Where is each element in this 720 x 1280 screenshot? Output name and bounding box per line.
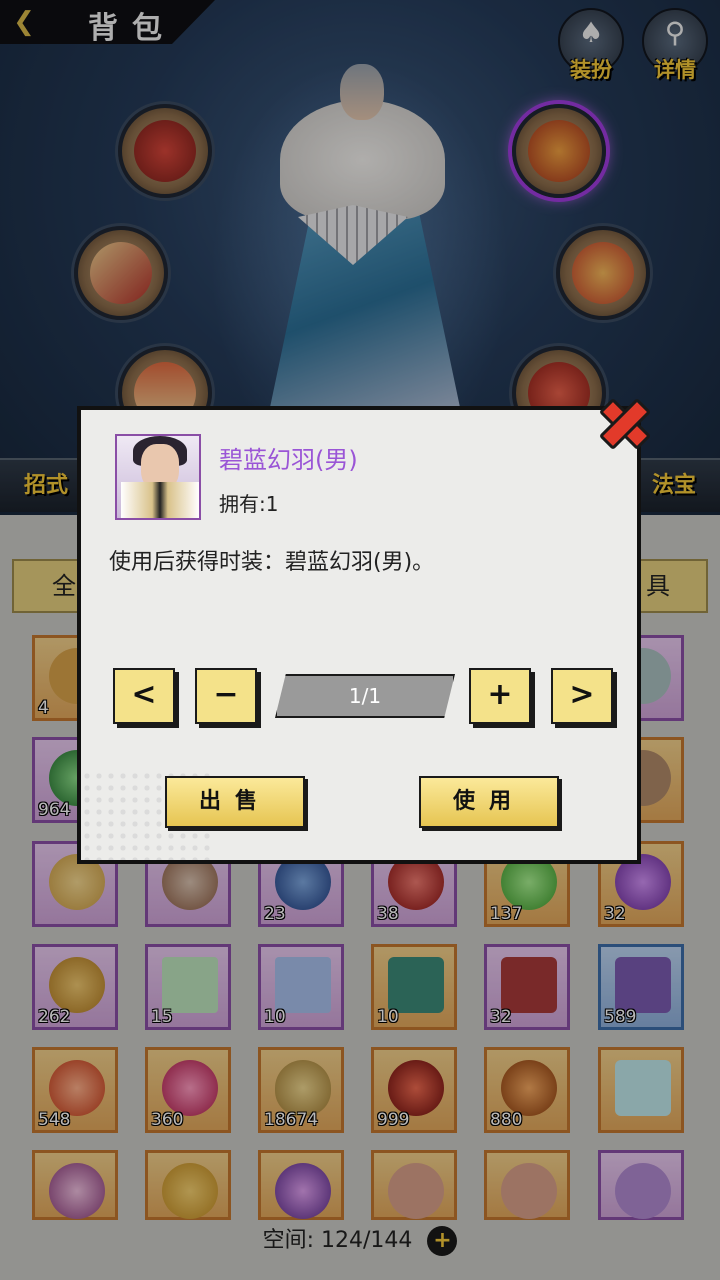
quantity-display: 1/1 bbox=[275, 674, 455, 718]
costume-item-icon bbox=[115, 434, 201, 520]
plus-button[interactable]: + bbox=[469, 668, 531, 724]
close-button[interactable] bbox=[592, 392, 652, 452]
use-button[interactable]: 使用 bbox=[419, 776, 559, 828]
next-button[interactable]: > bbox=[551, 668, 613, 724]
sell-button[interactable]: 出售 bbox=[165, 776, 305, 828]
item-name: 碧蓝幻羽(男) bbox=[219, 446, 358, 474]
minus-button[interactable]: − bbox=[195, 668, 257, 724]
prev-button[interactable]: < bbox=[113, 668, 175, 724]
item-detail-dialog: 碧蓝幻羽(男) 拥有:1 使用后获得时装：碧蓝幻羽(男)。 < − 1/1 + … bbox=[77, 406, 641, 864]
portrait-coat bbox=[121, 482, 199, 518]
item-owned-count: 拥有:1 bbox=[219, 492, 279, 516]
item-description: 使用后获得时装：碧蓝幻羽(男)。 bbox=[109, 550, 435, 575]
